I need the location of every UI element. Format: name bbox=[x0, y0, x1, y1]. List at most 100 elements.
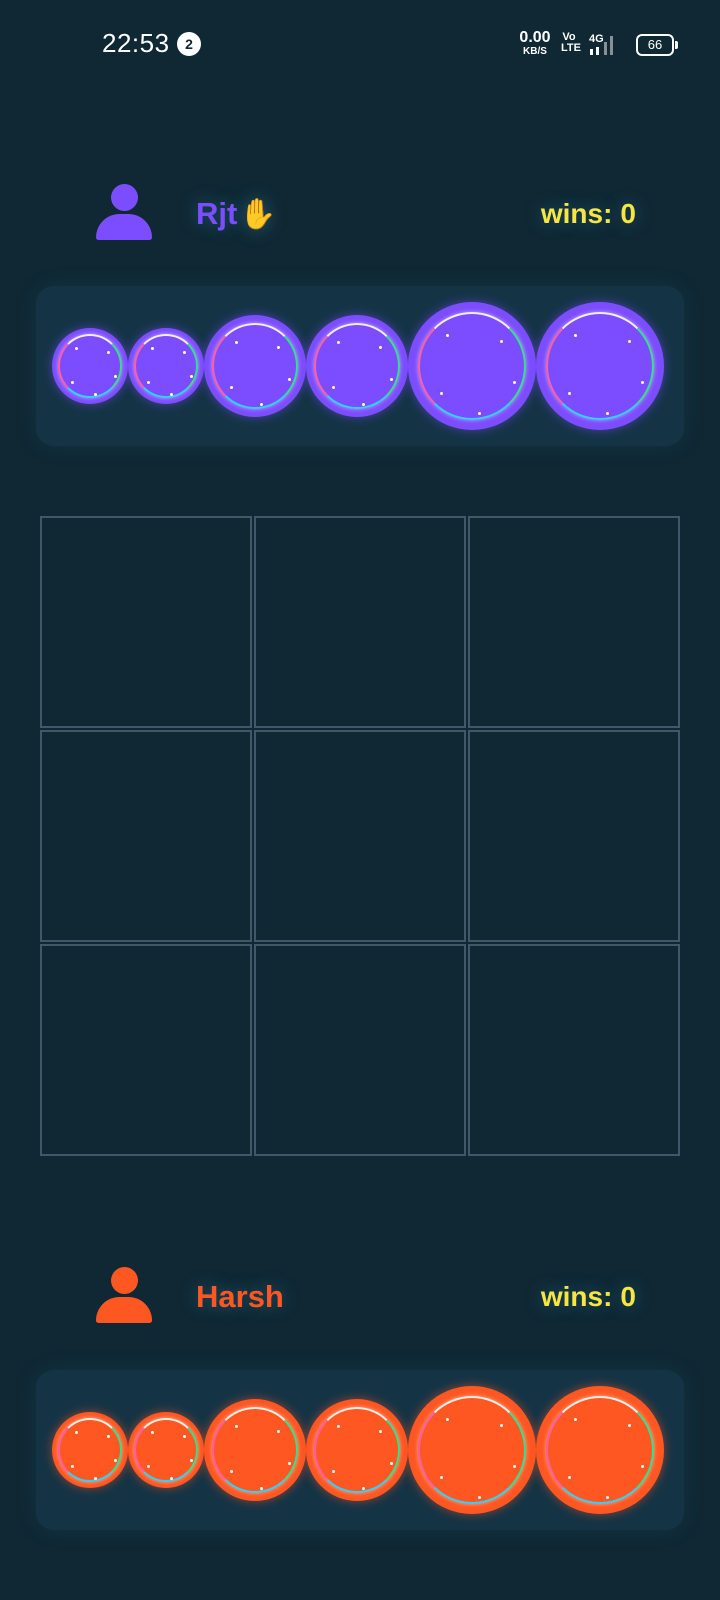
piece-sparkle bbox=[568, 1476, 571, 1479]
player-bottom-piece-small[interactable] bbox=[52, 1412, 128, 1488]
piece-sparkle bbox=[337, 341, 340, 344]
board-cell-2-3[interactable] bbox=[468, 730, 680, 942]
player-top-wins: wins: 0 bbox=[541, 196, 636, 232]
player-bottom-avatar-icon bbox=[96, 1267, 152, 1325]
piece-sparkle bbox=[641, 381, 644, 384]
player-top-name: Rjt✋ bbox=[196, 196, 277, 233]
player-top-wins-value: 0 bbox=[620, 198, 636, 229]
avatar-body bbox=[96, 214, 152, 240]
player-top-header: Rjt✋ wins: 0 bbox=[0, 170, 720, 260]
piece-sparkle bbox=[183, 1435, 186, 1438]
piece-sparkle bbox=[277, 346, 280, 349]
piece-sparkle-ring bbox=[314, 1407, 400, 1493]
network-type: 4G bbox=[589, 33, 604, 45]
piece-sparkle bbox=[446, 1418, 449, 1421]
piece-sparkle-ring bbox=[314, 323, 400, 409]
board-cell-3-2[interactable] bbox=[254, 944, 466, 1156]
player-top-piece-large[interactable] bbox=[408, 302, 536, 430]
piece-sparkle bbox=[628, 340, 631, 343]
board-cell-1-1[interactable] bbox=[40, 516, 252, 728]
board-cell-1-3[interactable] bbox=[468, 516, 680, 728]
piece-sparkle bbox=[446, 334, 449, 337]
player-top-piece-medium[interactable] bbox=[306, 315, 408, 417]
player-top-piece-small[interactable] bbox=[52, 328, 128, 404]
piece-sparkle bbox=[170, 393, 173, 396]
player-bottom-name-text: Harsh bbox=[196, 1279, 284, 1314]
piece-sparkle bbox=[606, 1496, 609, 1499]
piece-sparkle-ring bbox=[134, 1418, 198, 1482]
player-top-piece-small[interactable] bbox=[128, 328, 204, 404]
piece-sparkle-ring bbox=[546, 312, 654, 420]
piece-sparkle bbox=[94, 393, 97, 396]
notification-count-badge: 2 bbox=[177, 32, 201, 56]
status-bar: 22:53 2 0.00 KB/S Vo LTE 4G 66 bbox=[0, 0, 720, 88]
piece-sparkle bbox=[71, 1465, 74, 1468]
player-bottom-header: Harsh wins: 0 bbox=[0, 1253, 720, 1343]
piece-sparkle bbox=[362, 1487, 365, 1490]
player-top-piece-large[interactable] bbox=[536, 302, 664, 430]
piece-sparkle bbox=[107, 1435, 110, 1438]
player-top-piece-tray bbox=[36, 286, 684, 446]
board-cell-2-1[interactable] bbox=[40, 730, 252, 942]
player-top-name-text: Rjt bbox=[196, 196, 238, 231]
player-bottom-piece-medium[interactable] bbox=[306, 1399, 408, 1501]
volte-line-2: LTE bbox=[561, 42, 581, 54]
piece-sparkle bbox=[288, 378, 291, 381]
board-cell-2-2[interactable] bbox=[254, 730, 466, 942]
game-board bbox=[40, 516, 680, 1156]
network-speed: 0.00 KB/S bbox=[516, 30, 554, 57]
piece-sparkle bbox=[151, 347, 154, 350]
piece-sparkle bbox=[478, 412, 481, 415]
player-bottom-piece-large[interactable] bbox=[408, 1386, 536, 1514]
piece-sparkle bbox=[114, 1459, 117, 1462]
piece-sparkle bbox=[151, 1431, 154, 1434]
piece-sparkle bbox=[183, 351, 186, 354]
network-speed-value: 0.00 bbox=[519, 29, 551, 46]
piece-sparkle bbox=[574, 1418, 577, 1421]
piece-sparkle bbox=[230, 386, 233, 389]
piece-sparkle bbox=[147, 1465, 150, 1468]
piece-sparkle bbox=[235, 341, 238, 344]
player-bottom-wins-value: 0 bbox=[620, 1281, 636, 1312]
board-cell-3-3[interactable] bbox=[468, 944, 680, 1156]
piece-sparkle bbox=[147, 381, 150, 384]
avatar-body bbox=[96, 1297, 152, 1323]
piece-sparkle bbox=[75, 347, 78, 350]
piece-sparkle-ring bbox=[546, 1396, 654, 1504]
piece-sparkle bbox=[513, 1465, 516, 1468]
piece-sparkle bbox=[71, 381, 74, 384]
hand-turn-icon: ✋ bbox=[239, 198, 277, 231]
piece-sparkle-ring bbox=[212, 323, 298, 409]
player-bottom-piece-small[interactable] bbox=[128, 1412, 204, 1488]
volte-icon: Vo LTE bbox=[561, 32, 581, 54]
battery-level: 66 bbox=[647, 37, 663, 52]
piece-sparkle bbox=[513, 381, 516, 384]
piece-sparkle-ring bbox=[134, 334, 198, 398]
piece-sparkle bbox=[190, 375, 193, 378]
piece-sparkle bbox=[379, 346, 382, 349]
piece-sparkle bbox=[500, 1424, 503, 1427]
piece-sparkle-ring bbox=[418, 1396, 526, 1504]
piece-sparkle bbox=[362, 403, 365, 406]
piece-sparkle bbox=[94, 1477, 97, 1480]
piece-sparkle bbox=[114, 375, 117, 378]
piece-sparkle bbox=[574, 334, 577, 337]
board-cell-1-2[interactable] bbox=[254, 516, 466, 728]
board-cell-3-1[interactable] bbox=[40, 944, 252, 1156]
piece-sparkle bbox=[260, 1487, 263, 1490]
piece-sparkle bbox=[390, 378, 393, 381]
piece-sparkle bbox=[478, 1496, 481, 1499]
player-top-piece-medium[interactable] bbox=[204, 315, 306, 417]
piece-sparkle bbox=[440, 392, 443, 395]
player-bottom-piece-medium[interactable] bbox=[204, 1399, 306, 1501]
player-bottom-piece-tray bbox=[36, 1370, 684, 1530]
player-bottom-piece-large[interactable] bbox=[536, 1386, 664, 1514]
piece-sparkle bbox=[190, 1459, 193, 1462]
piece-sparkle-ring bbox=[212, 1407, 298, 1493]
piece-sparkle-ring bbox=[58, 1418, 122, 1482]
piece-sparkle bbox=[628, 1424, 631, 1427]
battery-icon: 66 bbox=[636, 34, 678, 56]
player-bottom-wins: wins: 0 bbox=[541, 1279, 636, 1315]
status-time: 22:53 bbox=[102, 28, 170, 58]
piece-sparkle bbox=[332, 1470, 335, 1473]
